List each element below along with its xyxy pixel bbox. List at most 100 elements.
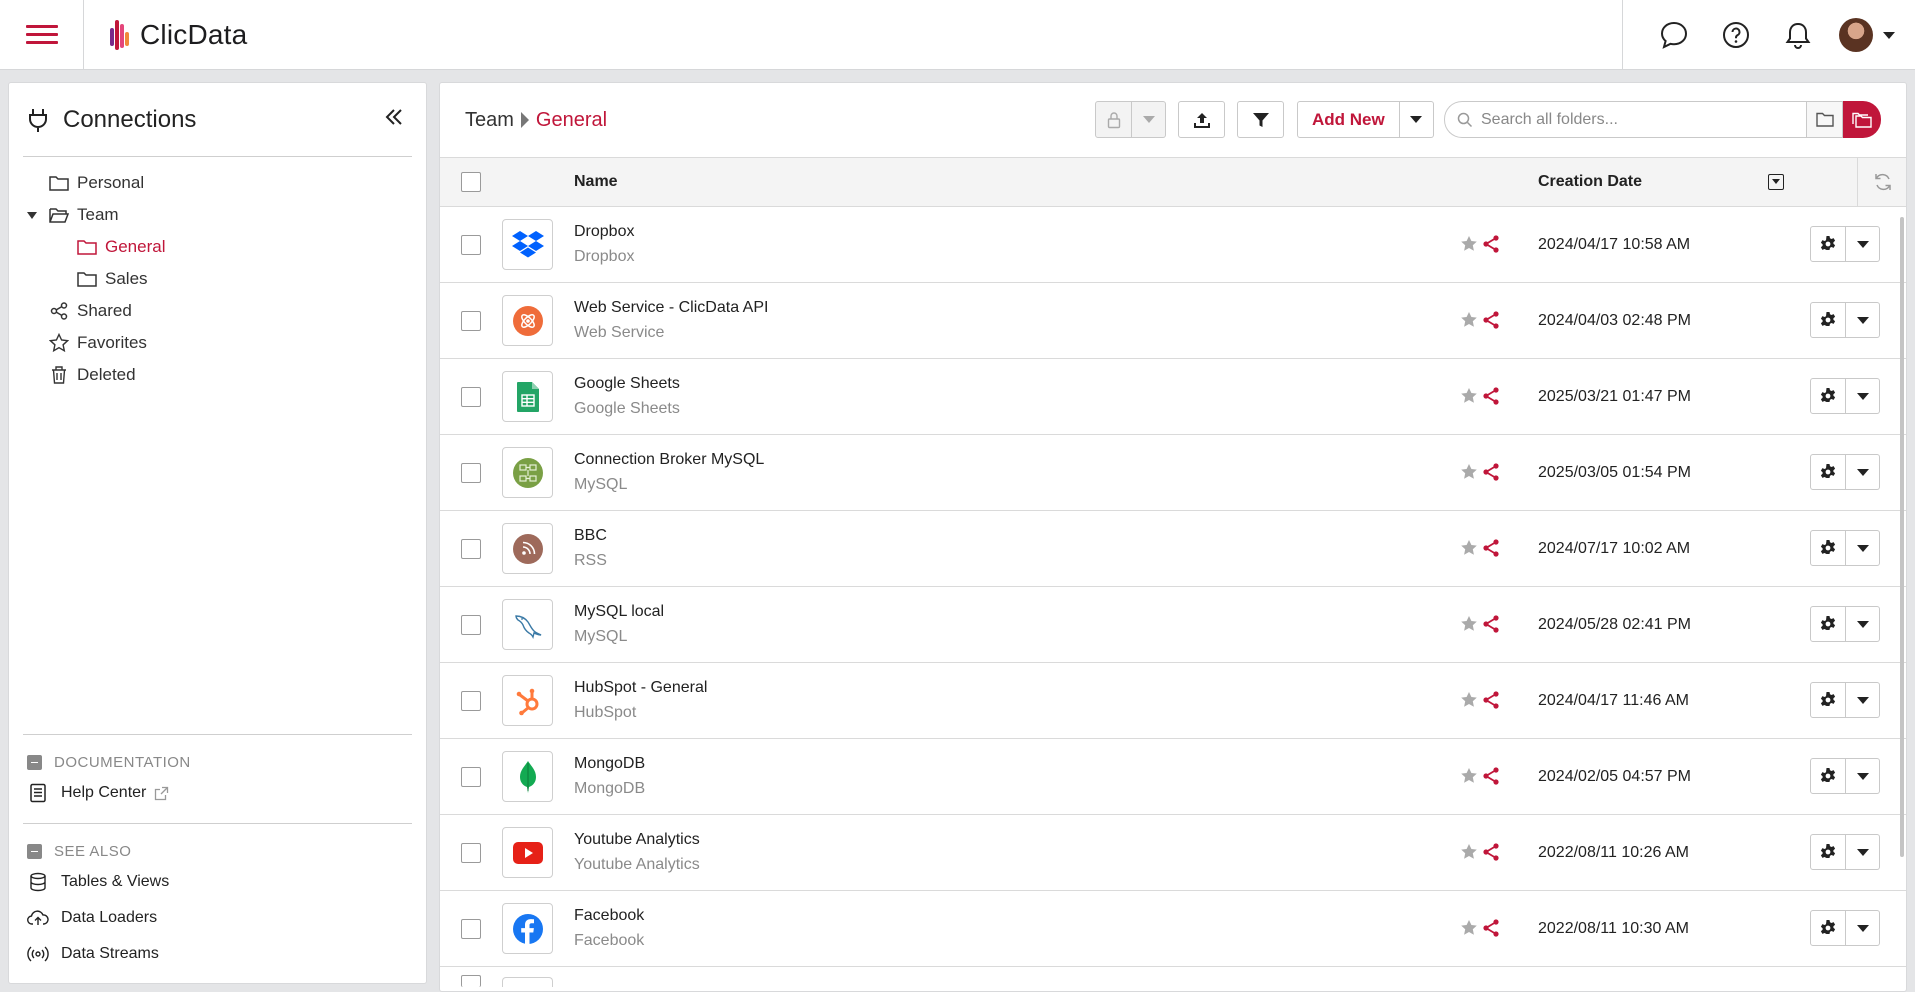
row-menu-button[interactable]: [1846, 226, 1880, 262]
row-menu-button[interactable]: [1846, 682, 1880, 718]
row-checkbox[interactable]: [461, 387, 481, 407]
table-row[interactable]: Youtube Analytics Youtube Analytics 2022…: [440, 815, 1906, 891]
row-menu-button[interactable]: [1846, 606, 1880, 642]
avatar[interactable]: [1839, 18, 1873, 52]
row-checkbox[interactable]: [461, 691, 481, 711]
search-all-folders-button[interactable]: [1843, 101, 1881, 138]
upload-button[interactable]: [1178, 101, 1225, 138]
documentation-heading[interactable]: DOCUMENTATION: [23, 749, 412, 775]
refresh-button[interactable]: [1857, 158, 1906, 206]
settings-button[interactable]: [1810, 606, 1846, 642]
tables-views-link[interactable]: Tables & Views: [23, 864, 412, 900]
connection-name[interactable]: MySQL local: [574, 603, 664, 621]
favorite-star-icon[interactable]: [1460, 311, 1478, 329]
favorite-star-icon[interactable]: [1460, 539, 1478, 557]
tree-item-sales[interactable]: Sales: [9, 263, 426, 295]
table-row[interactable]: MongoDB MongoDB 2024/02/05 04:57 PM: [440, 739, 1906, 815]
lock-dropdown-button[interactable]: [1132, 101, 1166, 138]
favorite-star-icon[interactable]: [1460, 691, 1478, 709]
collapse-section-icon[interactable]: [27, 754, 42, 770]
connection-name[interactable]: Dropbox: [574, 223, 634, 241]
add-new-dropdown-button[interactable]: [1399, 101, 1434, 138]
user-menu-caret-icon[interactable]: [1883, 31, 1895, 39]
search-current-folder-button[interactable]: [1806, 101, 1843, 138]
row-menu-button[interactable]: [1846, 758, 1880, 794]
settings-button[interactable]: [1810, 226, 1846, 262]
connection-name[interactable]: Youtube Analytics: [574, 831, 700, 849]
settings-button[interactable]: [1810, 454, 1846, 490]
column-header-name[interactable]: Name: [574, 173, 618, 191]
share-icon[interactable]: [1483, 463, 1499, 481]
connection-name[interactable]: Google Sheets: [574, 375, 680, 393]
row-menu-button[interactable]: [1846, 378, 1880, 414]
row-menu-button[interactable]: [1846, 834, 1880, 870]
collapse-section-icon[interactable]: [27, 843, 42, 859]
row-checkbox[interactable]: [461, 235, 481, 255]
search-input[interactable]: [1481, 110, 1781, 129]
row-menu-button[interactable]: [1846, 530, 1880, 566]
tree-item-team[interactable]: Team: [9, 199, 426, 231]
caret-down-icon[interactable]: [27, 212, 37, 219]
bell-icon[interactable]: [1781, 18, 1815, 52]
connection-name[interactable]: HubSpot - General: [574, 679, 707, 697]
tree-item-shared[interactable]: Shared: [9, 295, 426, 327]
favorite-star-icon[interactable]: [1460, 463, 1478, 481]
settings-button[interactable]: [1810, 834, 1846, 870]
breadcrumb-team[interactable]: Team: [465, 109, 514, 132]
share-icon[interactable]: [1483, 539, 1499, 557]
tree-item-general[interactable]: General: [9, 231, 426, 263]
share-icon[interactable]: [1483, 235, 1499, 253]
brand[interactable]: ClicData: [108, 18, 247, 52]
share-icon[interactable]: [1483, 311, 1499, 329]
settings-button[interactable]: [1810, 910, 1846, 946]
favorite-star-icon[interactable]: [1460, 767, 1478, 785]
table-row[interactable]: Web Service - ClicData API Web Service 2…: [440, 283, 1906, 359]
connection-name[interactable]: Web Service - ClicData API: [574, 299, 768, 317]
connection-name[interactable]: Facebook: [574, 907, 644, 925]
share-icon[interactable]: [1483, 767, 1499, 785]
settings-button[interactable]: [1810, 530, 1846, 566]
share-icon[interactable]: [1483, 387, 1499, 405]
favorite-star-icon[interactable]: [1460, 843, 1478, 861]
row-checkbox[interactable]: [461, 975, 481, 987]
favorite-star-icon[interactable]: [1460, 615, 1478, 633]
share-icon[interactable]: [1483, 919, 1499, 937]
row-checkbox[interactable]: [461, 311, 481, 331]
table-row[interactable]: HubSpot - General HubSpot 2024/04/17 11:…: [440, 663, 1906, 739]
table-row[interactable]: Dropbox Dropbox 2024/04/17 10:58 AM: [440, 207, 1906, 283]
share-icon[interactable]: [1483, 691, 1499, 709]
help-center-link[interactable]: Help Center: [23, 775, 412, 811]
table-row[interactable]: Connection Broker MySQL MySQL 2025/03/05…: [440, 435, 1906, 511]
row-checkbox[interactable]: [461, 767, 481, 787]
share-icon[interactable]: [1483, 843, 1499, 861]
row-checkbox[interactable]: [461, 539, 481, 559]
connection-name[interactable]: MongoDB: [574, 755, 645, 773]
share-icon[interactable]: [1483, 615, 1499, 633]
connection-name[interactable]: Connection Broker MySQL: [574, 451, 764, 469]
table-row[interactable]: Facebook Facebook 2022/08/11 10:30 AM: [440, 891, 1906, 967]
favorite-star-icon[interactable]: [1460, 235, 1478, 253]
data-loaders-link[interactable]: Data Loaders: [23, 900, 412, 936]
row-menu-button[interactable]: [1846, 910, 1880, 946]
breadcrumb-general[interactable]: General: [536, 109, 607, 132]
row-checkbox[interactable]: [461, 919, 481, 939]
see-also-heading[interactable]: SEE ALSO: [23, 838, 412, 864]
row-checkbox[interactable]: [461, 463, 481, 483]
favorite-star-icon[interactable]: [1460, 387, 1478, 405]
add-new-button[interactable]: Add New: [1297, 101, 1400, 138]
settings-button[interactable]: [1810, 378, 1846, 414]
select-all-checkbox[interactable]: [461, 172, 481, 192]
tree-item-deleted[interactable]: Deleted: [9, 359, 426, 391]
data-streams-link[interactable]: Data Streams: [23, 936, 412, 972]
table-row[interactable]: BBC RSS 2024/07/17 10:02 AM: [440, 511, 1906, 587]
filter-button[interactable]: [1237, 101, 1284, 138]
column-chooser-icon[interactable]: [1768, 174, 1784, 190]
column-header-creation-date[interactable]: Creation Date: [1538, 173, 1642, 191]
row-menu-button[interactable]: [1846, 454, 1880, 490]
settings-button[interactable]: [1810, 302, 1846, 338]
row-checkbox[interactable]: [461, 615, 481, 635]
tree-item-favorites[interactable]: Favorites: [9, 327, 426, 359]
favorite-star-icon[interactable]: [1460, 919, 1478, 937]
table-row[interactable]: Google Sheets Google Sheets 2025/03/21 0…: [440, 359, 1906, 435]
settings-button[interactable]: [1810, 758, 1846, 794]
